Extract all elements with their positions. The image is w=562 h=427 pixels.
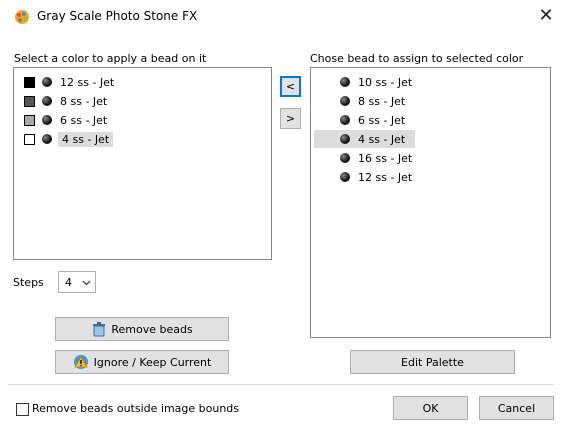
bead-icon xyxy=(42,77,52,87)
unassign-bead-button[interactable]: > xyxy=(280,108,301,129)
remove-outside-checkbox[interactable] xyxy=(16,403,29,416)
bead-list-item[interactable]: 16 ss - Jet xyxy=(340,149,414,167)
edit-palette-label[interactable]: Edit Palette xyxy=(401,356,464,369)
bead-icon xyxy=(340,153,350,163)
color-item-label: 6 ss - Jet xyxy=(60,113,108,127)
color-item-label: 8 ss - Jet xyxy=(60,94,108,108)
bead-item-label: 16 ss - Jet xyxy=(358,151,413,165)
color-list-item-selected[interactable]: 4 ss - Jet xyxy=(24,130,114,148)
color-item-label: 4 ss - Jet xyxy=(58,131,114,147)
color-swatch xyxy=(24,95,35,107)
ignore-keep-current-label[interactable]: Ignore / Keep Current xyxy=(94,356,212,369)
bead-list[interactable]: 10 ss - Jet 8 ss - Jet 6 ss - Jet 4 ss -… xyxy=(310,67,551,338)
chevron-right-icon[interactable]: > xyxy=(286,112,295,125)
bead-item-label: 12 ss - Jet xyxy=(358,170,413,184)
remove-beads-icon xyxy=(93,322,106,337)
chevron-down-icon xyxy=(82,280,91,285)
close-icon[interactable]: ✕ xyxy=(538,5,553,26)
edit-palette-button[interactable]: Edit Palette xyxy=(350,350,515,374)
remove-outside-label[interactable]: Remove beads outside image bounds xyxy=(32,402,239,415)
bead-icon xyxy=(42,115,52,125)
ignore-keep-current-button[interactable]: Ignore / Keep Current xyxy=(55,350,229,374)
title-bar: Gray Scale Photo Stone FX ✕ xyxy=(0,0,562,32)
color-list-item[interactable]: 6 ss - Jet xyxy=(24,111,109,129)
close-button[interactable]: ✕ xyxy=(535,6,557,28)
footer-separator xyxy=(8,384,554,385)
cancel-label[interactable]: Cancel xyxy=(498,402,535,415)
bead-item-label: 8 ss - Jet xyxy=(358,94,406,108)
warning-icon xyxy=(73,355,88,369)
chevron-left-icon[interactable]: < xyxy=(286,80,295,93)
bead-icon xyxy=(340,172,350,182)
bead-list-item[interactable]: 6 ss - Jet xyxy=(340,111,407,129)
color-swatch xyxy=(24,133,35,145)
color-item-label: 12 ss - Jet xyxy=(60,75,115,89)
steps-select[interactable]: 4 xyxy=(58,271,96,293)
steps-value: 4 xyxy=(65,275,72,289)
bead-item-label: 10 ss - Jet xyxy=(358,75,413,89)
left-panel-label: Select a color to apply a bead on it xyxy=(14,52,207,65)
bead-icon xyxy=(340,77,350,87)
bead-list-item[interactable]: 10 ss - Jet xyxy=(340,73,414,91)
color-swatch xyxy=(24,76,35,88)
window-title: Gray Scale Photo Stone FX xyxy=(37,9,198,23)
cancel-button[interactable]: Cancel xyxy=(479,396,554,420)
color-list-item[interactable]: 12 ss - Jet xyxy=(24,73,116,91)
remove-beads-button[interactable]: Remove beads xyxy=(55,317,229,341)
bead-list-item[interactable]: 12 ss - Jet xyxy=(340,168,414,186)
ok-label[interactable]: OK xyxy=(423,402,439,415)
color-list-item[interactable]: 8 ss - Jet xyxy=(24,92,109,110)
app-palette-icon xyxy=(15,10,29,24)
bead-item-label: 4 ss - Jet xyxy=(358,132,406,146)
bead-icon xyxy=(340,96,350,106)
bead-item-label: 6 ss - Jet xyxy=(358,113,406,127)
remove-beads-label[interactable]: Remove beads xyxy=(111,323,192,336)
steps-label: Steps xyxy=(13,276,44,289)
right-panel-label: Chose bead to assign to selected color xyxy=(310,52,524,65)
assign-bead-button[interactable]: < xyxy=(280,76,301,97)
bead-icon xyxy=(340,115,350,125)
ok-button[interactable]: OK xyxy=(393,396,468,420)
bead-icon xyxy=(42,96,52,106)
bead-icon xyxy=(340,134,350,144)
bead-icon xyxy=(42,134,52,144)
color-list[interactable]: 12 ss - Jet 8 ss - Jet 6 ss - Jet 4 ss -… xyxy=(13,67,272,260)
bead-list-item[interactable]: 8 ss - Jet xyxy=(340,92,407,110)
bead-list-item-selected[interactable]: 4 ss - Jet xyxy=(340,130,407,148)
color-swatch xyxy=(24,114,35,126)
